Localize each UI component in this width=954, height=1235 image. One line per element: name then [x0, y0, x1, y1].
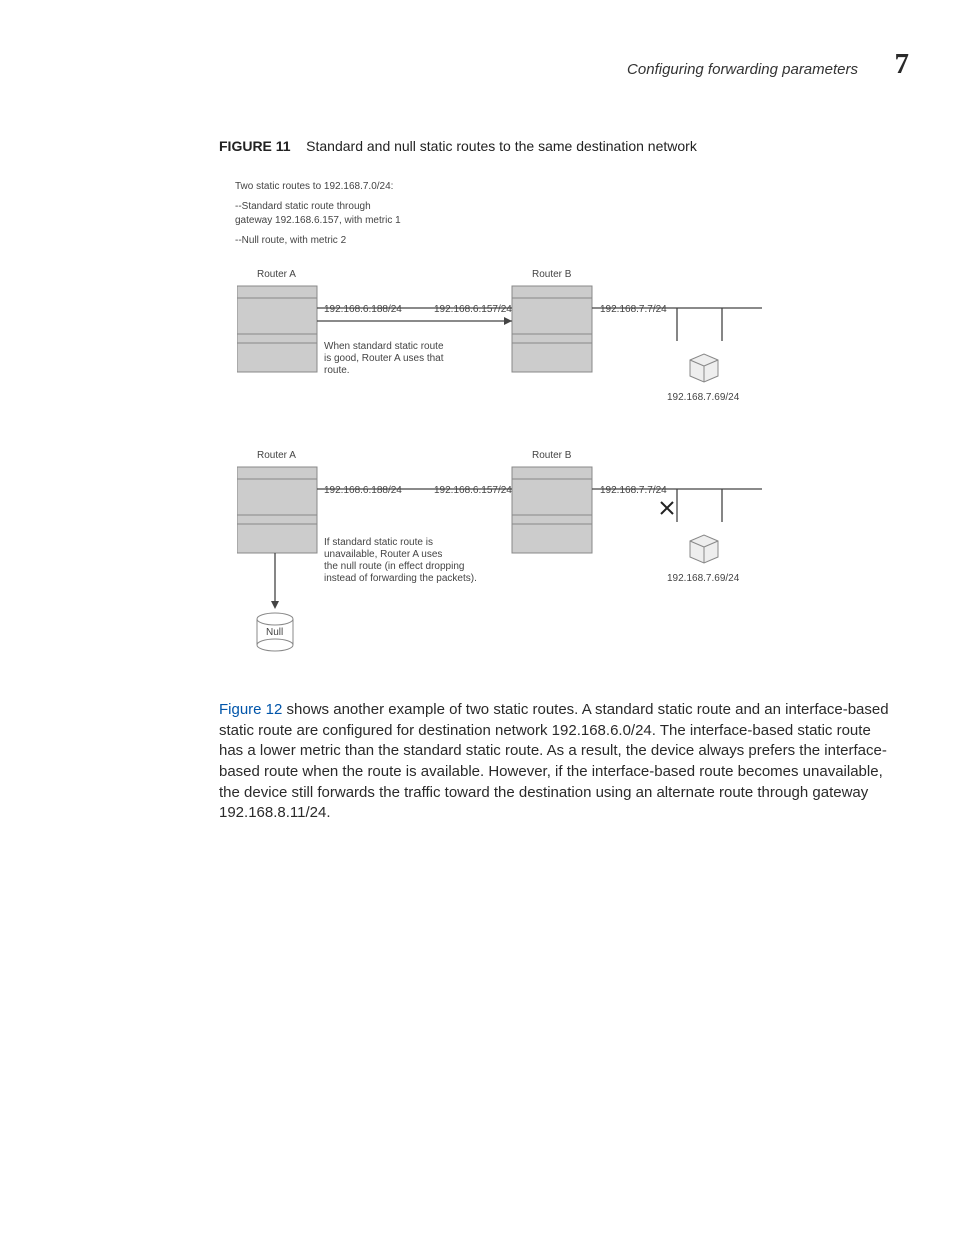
router-b-label: Router B — [532, 450, 571, 461]
ip-label: 192.168.6.157/24 — [434, 485, 512, 496]
diagram-note: unavailable, Router A uses — [324, 549, 442, 560]
diagram-note: route. — [324, 365, 350, 376]
router-a-label: Router A — [257, 450, 296, 461]
ip-label: 192.168.7.69/24 — [667, 573, 739, 584]
preface-line: gateway 192.168.6.157, with metric 1 — [235, 214, 401, 228]
figure-diagram-bottom: Router A Router B 192.168.6.188/24 192.1… — [237, 447, 767, 677]
figure-title: Standard and null static routes to the s… — [306, 138, 697, 154]
diagram-note: When standard static route — [324, 341, 444, 352]
figure-diagram-top: Router A Router B 192.168.6.188/24 192.1… — [237, 266, 767, 414]
null-label: Null — [266, 627, 283, 638]
diagram-note: instead of forwarding the packets). — [324, 573, 477, 584]
ip-label: 192.168.6.188/24 — [324, 485, 402, 496]
ip-label: 192.168.7.7/24 — [600, 485, 667, 496]
ip-label: 192.168.6.188/24 — [324, 304, 402, 315]
preface-line: --Standard static route through — [235, 200, 401, 214]
diagram-note: If standard static route is — [324, 537, 433, 548]
figure-label: FIGURE 11 — [219, 138, 291, 154]
paragraph-text: shows another example of two static rout… — [219, 701, 889, 821]
ip-label: 192.168.7.69/24 — [667, 392, 739, 403]
preface-line: --Null route, with metric 2 — [235, 234, 401, 248]
preface-line: Two static routes to 192.168.7.0/24: — [235, 180, 401, 194]
ip-label: 192.168.6.157/24 — [434, 304, 512, 315]
router-b-label: Router B — [532, 269, 571, 280]
figure-caption: FIGURE 11 Standard and null static route… — [219, 138, 697, 154]
ip-label: 192.168.7.7/24 — [600, 304, 667, 315]
chapter-number: 7 — [895, 48, 910, 81]
body-paragraph: Figure 12 shows another example of two s… — [219, 700, 899, 824]
diagram-svg — [237, 447, 767, 677]
figure-link[interactable]: Figure 12 — [219, 701, 282, 718]
figure-preface-text: Two static routes to 192.168.7.0/24: --S… — [235, 180, 401, 248]
running-header: Configuring forwarding parameters — [627, 61, 858, 78]
diagram-note: the null route (in effect dropping — [324, 561, 464, 572]
diagram-note: is good, Router A uses that — [324, 353, 444, 364]
router-a-label: Router A — [257, 269, 296, 280]
